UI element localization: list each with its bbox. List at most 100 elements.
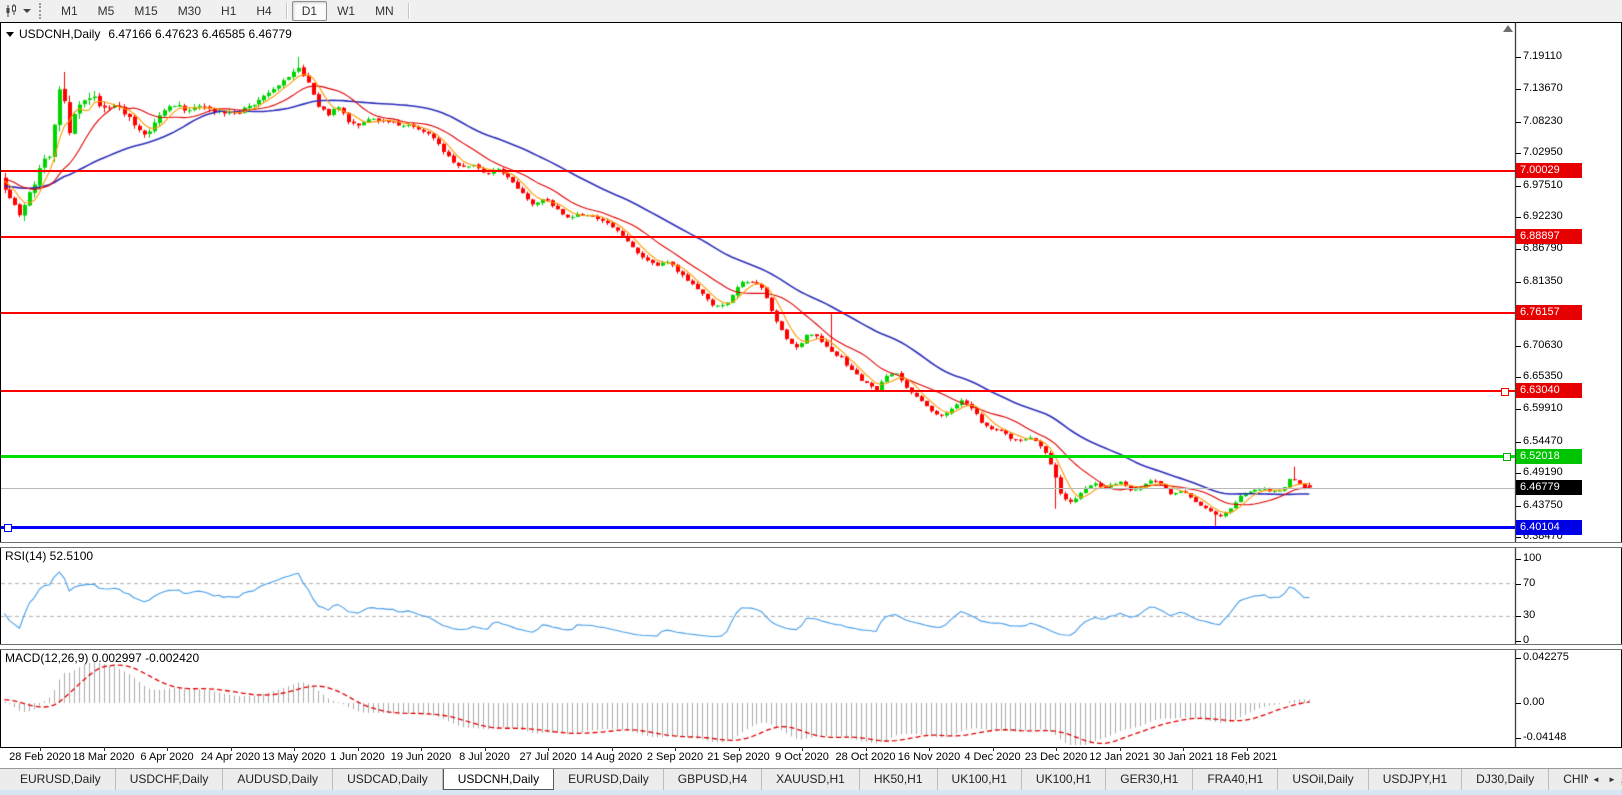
toolbar-drag-handle[interactable] — [39, 3, 44, 19]
toolbar-separator — [286, 3, 288, 19]
level-drag-handle[interactable] — [1501, 388, 1509, 396]
chart-tab-dj30-daily[interactable]: DJ30,Daily — [1462, 769, 1549, 790]
horizontal-level-line[interactable] — [1, 312, 1515, 314]
price-tick-label: 6.54470 — [1523, 435, 1563, 447]
date-tick-label: 12 Jan 2021 — [1089, 751, 1150, 763]
timeframe-button-m1[interactable]: M1 — [51, 1, 88, 21]
chart-tab-hk50-h1[interactable]: HK50,H1 — [860, 769, 938, 790]
horizontal-level-line[interactable] — [1, 390, 1515, 392]
timeframe-button-m5[interactable]: M5 — [88, 1, 125, 21]
axis-tick-mark — [1516, 282, 1521, 283]
rsi-tick-label: 70 — [1523, 577, 1535, 589]
timeframe-button-h4[interactable]: H4 — [246, 1, 281, 21]
axis-tick-mark — [1516, 186, 1521, 187]
timeframe-group: M1M5M15M30H1H4 D1W1MN — [51, 1, 414, 21]
chart-tab-eurusd-daily[interactable]: EURUSD,Daily — [554, 769, 664, 790]
axis-tick-mark — [1516, 473, 1521, 474]
timeframe-button-m30[interactable]: M30 — [168, 1, 211, 21]
axis-tick-mark — [1516, 738, 1521, 739]
tab-scroll-left-icon[interactable]: ◄ — [1588, 769, 1604, 789]
date-tick-label: 14 Aug 2020 — [581, 751, 643, 763]
date-tick-label: 21 Sep 2020 — [707, 751, 769, 763]
toolbar-separator — [408, 3, 410, 19]
axis-tick-mark — [1516, 217, 1521, 218]
chart-tab-usdcad-daily[interactable]: USDCAD,Daily — [333, 769, 443, 790]
chart-tab-eurusd-daily[interactable]: EURUSD,Daily — [6, 769, 116, 790]
candlestick-chart-icon[interactable] — [3, 3, 21, 19]
price-tick-label: 6.65350 — [1523, 370, 1563, 382]
horizontal-level-line[interactable] — [1, 236, 1515, 238]
timeframe-button-mn[interactable]: MN — [365, 1, 404, 21]
timeframe-button-d1[interactable]: D1 — [292, 1, 327, 21]
date-tick-label: 23 Dec 2020 — [1025, 751, 1087, 763]
axis-tick-mark — [1516, 641, 1521, 642]
chart-tab-uk100-h1[interactable]: UK100,H1 — [1022, 769, 1106, 790]
date-tick-label: 8 Jul 2020 — [459, 751, 510, 763]
date-tick-label: 28 Feb 2020 — [9, 751, 71, 763]
price-level-badge: 7.00029 — [1516, 163, 1582, 178]
tab-scroll-right-icon[interactable]: ► — [1604, 769, 1620, 789]
status-strip — [0, 790, 1622, 795]
axis-tick-mark — [1516, 559, 1521, 560]
price-tick-label: 6.49190 — [1523, 466, 1563, 478]
chart-tab-usdchf-daily[interactable]: USDCHF,Daily — [116, 769, 224, 790]
price-tick-label: 7.08230 — [1523, 115, 1563, 127]
scroll-up-icon[interactable] — [1503, 25, 1513, 32]
level-drag-handle[interactable] — [4, 524, 12, 532]
chevron-down-icon[interactable] — [23, 9, 31, 13]
timeframe-toolbar: M1M5M15M30H1H4 D1W1MN — [0, 0, 1622, 23]
macd-tick-label: 0.042275 — [1523, 651, 1569, 663]
price-level-badge: 6.40104 — [1516, 520, 1582, 535]
axis-tick-mark — [1516, 537, 1521, 538]
chart-tab-usdjpy-h1[interactable]: USDJPY,H1 — [1369, 769, 1462, 790]
axis-tick-mark — [1516, 584, 1521, 585]
chart-menu-icon[interactable] — [6, 32, 14, 37]
axis-tick-mark — [1516, 506, 1521, 507]
date-tick-label: 30 Jan 2021 — [1153, 751, 1214, 763]
macd-indicator-label: MACD(12,26,9) 0.002997 -0.002420 — [5, 651, 199, 665]
horizontal-level-line[interactable] — [1, 455, 1515, 458]
price-tick-label: 7.19110 — [1523, 50, 1562, 62]
price-tick-label: 7.02950 — [1523, 146, 1563, 158]
date-axis[interactable]: 28 Feb 202018 Mar 20206 Apr 202024 Apr 2… — [0, 748, 1622, 766]
timeframe-button-m15[interactable]: M15 — [124, 1, 167, 21]
date-tick-label: 27 Jul 2020 — [520, 751, 577, 763]
level-drag-handle[interactable] — [1503, 453, 1511, 461]
chart-title-bar: USDCNH,Daily 6.47166 6.47623 6.46585 6.4… — [6, 27, 292, 41]
chart-tab-usdcnh-daily[interactable]: USDCNH,Daily — [443, 768, 554, 790]
chart-tab-audusd-daily[interactable]: AUDUSD,Daily — [223, 769, 333, 790]
pane-divider-rsi[interactable] — [0, 542, 1622, 548]
chart-tab-uk100-h1[interactable]: UK100,H1 — [938, 769, 1022, 790]
axis-tick-mark — [1516, 409, 1521, 410]
axis-tick-mark — [1516, 442, 1521, 443]
date-tick-label: 13 May 2020 — [262, 751, 326, 763]
price-axis[interactable]: 7.191107.136707.082307.029506.975106.922… — [1516, 23, 1621, 747]
timeframe-button-w1[interactable]: W1 — [327, 1, 365, 21]
macd-tick-label: 0.00 — [1523, 696, 1544, 708]
chart-tab-fra40-h1[interactable]: FRA40,H1 — [1193, 769, 1278, 790]
chart-ohlc-values: 6.47166 6.47623 6.46585 6.46779 — [108, 27, 292, 41]
price-level-badge: 6.52018 — [1516, 449, 1582, 464]
price-chart-canvas[interactable] — [1, 23, 1621, 747]
horizontal-level-line[interactable] — [1, 170, 1515, 172]
chart-tab-xauusd-h1[interactable]: XAUUSD,H1 — [762, 769, 860, 790]
chart-tab-bar: EURUSD,DailyUSDCHF,DailyAUDUSD,DailyUSDC… — [0, 768, 1622, 790]
chart-tab-gbpusd-h4[interactable]: GBPUSD,H4 — [664, 769, 762, 790]
chart-tab-usoil-daily[interactable]: USOil,Daily — [1278, 769, 1368, 790]
price-tick-label: 6.43750 — [1523, 499, 1563, 511]
date-tick-label: 2 Sep 2020 — [647, 751, 703, 763]
date-tick-label: 28 Oct 2020 — [836, 751, 896, 763]
date-tick-label: 18 Feb 2021 — [1216, 751, 1278, 763]
axis-tick-mark — [1516, 249, 1521, 250]
horizontal-level-line[interactable] — [1, 526, 1515, 529]
price-tick-label: 6.81350 — [1523, 275, 1563, 287]
price-tick-label: 6.70630 — [1523, 339, 1563, 351]
date-tick-label: 19 Jun 2020 — [391, 751, 452, 763]
date-tick-label: 1 Jun 2020 — [330, 751, 384, 763]
timeframe-button-h1[interactable]: H1 — [211, 1, 246, 21]
chart-tab-ger30-h1[interactable]: GER30,H1 — [1106, 769, 1193, 790]
date-tick-label: 6 Apr 2020 — [140, 751, 193, 763]
terminal-screen: M1M5M15M30H1H4 D1W1MN USDCNH,Daily 6.4716… — [0, 0, 1622, 795]
pane-divider-macd[interactable] — [0, 644, 1622, 650]
axis-tick-mark — [1516, 658, 1521, 659]
